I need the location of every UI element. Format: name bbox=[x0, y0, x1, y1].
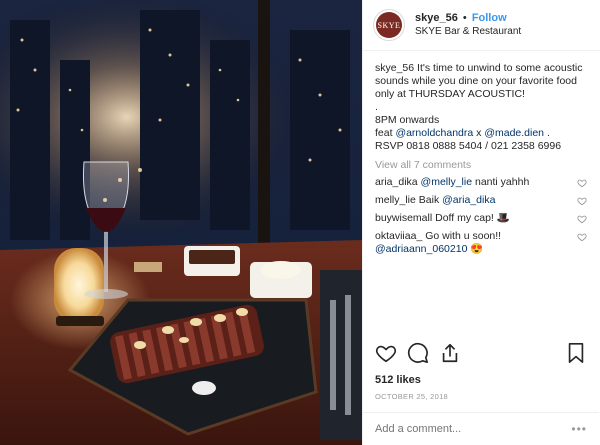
more-options-icon[interactable]: ••• bbox=[571, 422, 587, 436]
comment-bubble-icon[interactable] bbox=[407, 342, 429, 364]
heart-icon[interactable] bbox=[577, 178, 587, 188]
post-image[interactable] bbox=[0, 0, 362, 445]
comment-emoji: 😍 bbox=[470, 243, 484, 255]
comment-input[interactable] bbox=[375, 423, 565, 435]
like-heart-icon[interactable] bbox=[375, 342, 397, 364]
add-comment-bar: ••• bbox=[363, 412, 599, 445]
caption-rsvp: RSVP 0818 0888 5404 / 021 2358 6996 bbox=[375, 140, 562, 152]
comment-text: Doff my cap! 🎩 bbox=[435, 212, 510, 224]
comment-username[interactable]: oktaviiaa_ bbox=[375, 230, 422, 242]
caption-username[interactable]: skye_56 bbox=[375, 62, 414, 74]
comment-row: buywisemall Doff my cap! 🎩 bbox=[375, 212, 587, 225]
comment-username[interactable]: melly_lie bbox=[375, 194, 416, 206]
post-date[interactable]: OCTOBER 25, 2018 bbox=[375, 392, 448, 401]
comment-text: nanti yahhh bbox=[474, 176, 530, 188]
caption-line2: . bbox=[375, 101, 378, 113]
comment-mention[interactable]: @aria_dika bbox=[442, 194, 495, 206]
comment-username[interactable]: buywisemall bbox=[375, 212, 432, 224]
caption-feat-prefix: feat bbox=[375, 127, 393, 139]
comment-text: Baik bbox=[418, 194, 440, 206]
location-link[interactable]: SKYE Bar & Restaurant bbox=[415, 25, 521, 39]
caption-mention-made[interactable]: @made.dien bbox=[484, 127, 544, 139]
bookmark-icon[interactable] bbox=[565, 342, 587, 364]
heart-icon[interactable] bbox=[577, 214, 587, 224]
follow-button[interactable]: Follow bbox=[472, 12, 507, 24]
heart-icon[interactable] bbox=[577, 232, 587, 242]
comment-row: melly_lie Baik @aria_dika bbox=[375, 194, 587, 207]
header-text: skye_56 • Follow SKYE Bar & Restaurant bbox=[415, 11, 521, 39]
share-icon[interactable] bbox=[439, 342, 461, 364]
heart-icon[interactable] bbox=[577, 196, 587, 206]
likes-count[interactable]: 512 likes bbox=[375, 374, 421, 386]
caption-mention-arnold[interactable]: @arnoldchandra bbox=[395, 127, 473, 139]
avatar-logo: SKYE bbox=[376, 12, 402, 38]
header-separator: • bbox=[462, 12, 467, 24]
comment-row: oktaviiaa_ Go with u soon!! @adriaann_06… bbox=[375, 230, 587, 256]
view-all-comments-link[interactable]: View all 7 comments bbox=[375, 159, 587, 171]
caption-feat-suffix: . bbox=[546, 127, 550, 139]
comment-mention[interactable]: @adriaann_060210 bbox=[375, 243, 467, 255]
comment-row: aria_dika @melly_lie nanti yahhh bbox=[375, 176, 587, 189]
comments-section: skye_56 It's time to unwind to some acou… bbox=[363, 52, 599, 331]
post-photo bbox=[0, 0, 362, 445]
header-username[interactable]: skye_56 bbox=[415, 12, 458, 24]
post-header: SKYE skye_56 • Follow SKYE Bar & Restaur… bbox=[363, 0, 600, 51]
caption-line3: 8PM onwards bbox=[375, 114, 440, 126]
comment-username[interactable]: aria_dika bbox=[375, 176, 418, 188]
comment-mention[interactable]: @melly_lie bbox=[421, 176, 473, 188]
post-caption: skye_56 It's time to unwind to some acou… bbox=[375, 62, 587, 153]
post-side-panel: SKYE skye_56 • Follow SKYE Bar & Restaur… bbox=[362, 0, 600, 445]
action-bar bbox=[363, 341, 599, 365]
caption-feat-join: x bbox=[476, 127, 482, 139]
comment-text: Go with u soon!! bbox=[425, 230, 502, 242]
avatar[interactable]: SKYE bbox=[373, 9, 405, 41]
